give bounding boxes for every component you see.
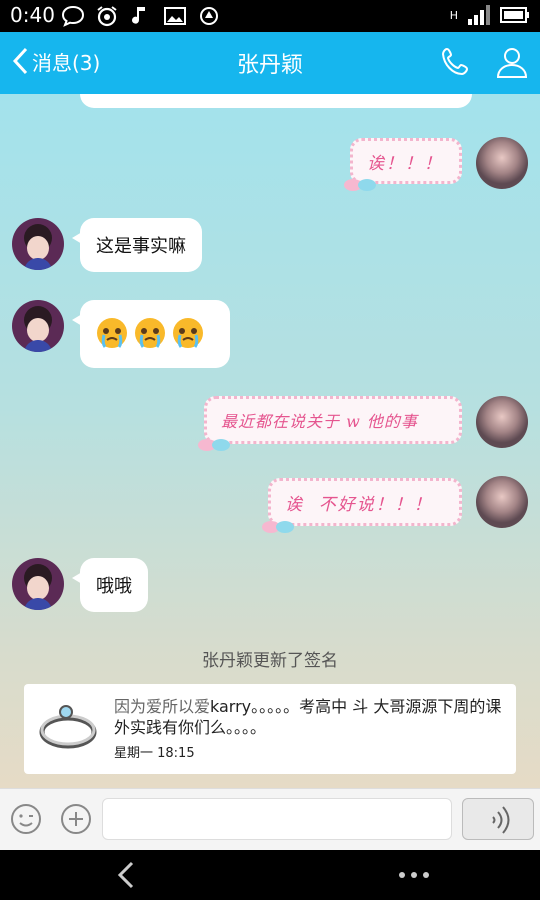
message-bubble-sent[interactable]: 最近都在说关于 w 他的事 — [198, 396, 462, 451]
input-bar — [0, 788, 540, 850]
contact-avatar[interactable] — [12, 558, 64, 610]
message-input[interactable] — [102, 798, 452, 840]
crying-face-emoji-icon — [135, 318, 165, 348]
message-text: 这是事实嘛 — [96, 236, 186, 257]
message-text: 诶 不好说！！！ — [285, 494, 433, 515]
phone-call-icon[interactable] — [440, 45, 474, 79]
message-text: 哦哦 — [96, 576, 132, 597]
signature-text: 因为爱所以爱karry。。。。。考高中 斗 大哥源源下周的课外实践有你们么。。。… — [114, 696, 508, 738]
cups-sticker-icon — [262, 521, 294, 533]
voice-input-button[interactable] — [462, 798, 534, 840]
signature-time: 星期一 18:15 — [114, 746, 195, 761]
sync-icon — [200, 7, 218, 25]
battery-icon — [500, 7, 529, 23]
signature-prefix: 因为爱所以爱 — [114, 697, 211, 716]
message-bubble-sent[interactable]: 诶 不好说！！！ — [262, 478, 462, 533]
my-avatar[interactable] — [476, 137, 528, 189]
my-avatar[interactable] — [476, 396, 528, 448]
chat-bubble-icon — [61, 5, 85, 27]
message-bubble-received[interactable] — [72, 300, 230, 368]
more-dots-icon[interactable] — [396, 866, 432, 884]
ring-icon — [39, 705, 97, 749]
image-icon — [164, 7, 186, 25]
alarm-clock-icon — [97, 6, 117, 27]
signal-icon — [468, 5, 490, 25]
my-avatar[interactable] — [476, 476, 528, 528]
status-time: 0:40 — [10, 3, 55, 27]
partial-message-bubble — [80, 94, 472, 108]
message-bubble-received[interactable]: 这是事实嘛 — [72, 218, 202, 272]
chat-message-area[interactable]: 诶！！！ 这是事实嘛 最近都在说关于 w 他的事 诶 不好说！！！ 哦哦 张丹颖… — [0, 94, 540, 788]
system-notice: 张丹颖更新了签名 — [202, 651, 338, 671]
contact-avatar[interactable] — [12, 300, 64, 352]
status-bar: 0:40 H — [0, 0, 540, 32]
signature-update-card[interactable]: 因为爱所以爱karry。。。。。考高中 斗 大哥源源下周的课外实践有你们么。。。… — [24, 684, 516, 774]
contact-profile-icon[interactable] — [494, 44, 530, 80]
message-text: 最近都在说关于 w 他的事 — [221, 412, 418, 431]
music-note-icon — [132, 7, 145, 24]
plus-icon[interactable] — [60, 803, 92, 835]
cups-sticker-icon — [344, 179, 376, 191]
nav-back-icon[interactable] — [112, 860, 142, 890]
message-text: 诶！！！ — [367, 153, 443, 174]
cups-sticker-icon — [198, 439, 230, 451]
network-type-label: H — [449, 8, 458, 22]
chat-header: 消息(3) 张丹颖 — [0, 32, 540, 94]
message-bubble-sent[interactable]: 诶！！！ — [344, 138, 462, 191]
emoji-smiley-icon[interactable] — [10, 803, 42, 835]
contact-avatar[interactable] — [12, 218, 64, 270]
crying-face-emoji-icon — [173, 318, 203, 348]
message-bubble-received[interactable]: 哦哦 — [72, 558, 148, 612]
sound-wave-icon — [492, 806, 510, 834]
crying-face-emoji-icon — [97, 318, 127, 348]
system-nav-bar — [0, 850, 540, 900]
